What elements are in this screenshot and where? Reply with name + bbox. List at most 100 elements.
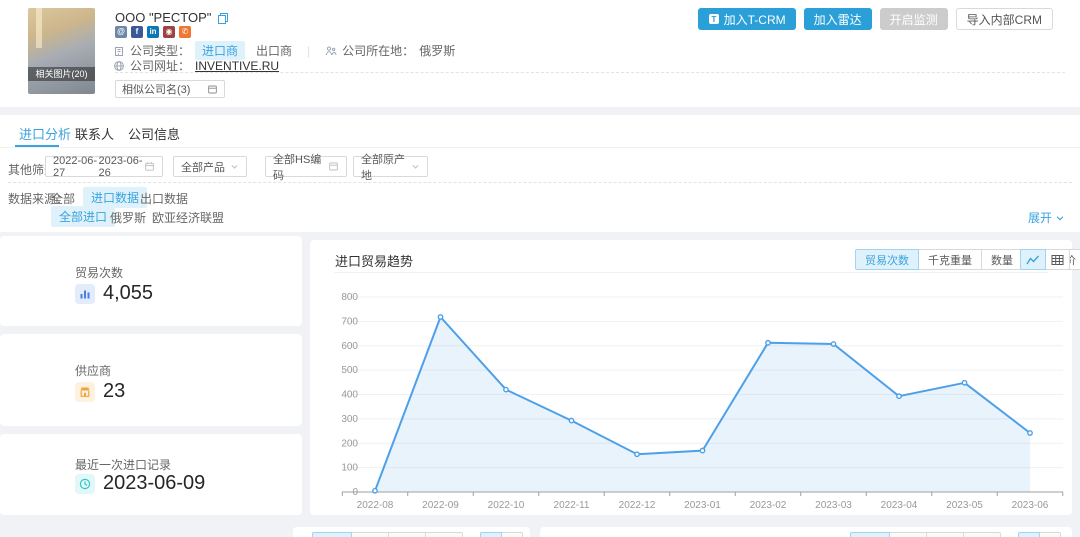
calendar-icon	[144, 161, 155, 172]
copy-icon[interactable]	[217, 12, 229, 24]
date-end: 2023-06-26	[99, 155, 145, 179]
stat-card-suppliers: 供应商 23	[0, 334, 302, 426]
view-toggle-group	[480, 532, 523, 537]
source-option-export[interactable]: 出口数据	[140, 190, 188, 207]
view-segment[interactable]	[501, 532, 523, 537]
view-segment[interactable]	[1018, 532, 1040, 537]
linkedin-icon[interactable]: in	[147, 26, 159, 38]
start-monitor-button[interactable]: 开启监测	[880, 8, 948, 30]
import-trend-panel: 进口贸易趋势 贸易次数 千克重量 数量 美元总价 010020030040050…	[310, 240, 1072, 515]
tab-company-info[interactable]: 公司信息	[128, 124, 180, 143]
building-icon	[113, 45, 125, 57]
svg-text:2023-03: 2023-03	[815, 500, 852, 510]
website-link[interactable]: INVENTIVE.RU	[195, 59, 279, 73]
chart-title: 进口贸易趋势	[335, 251, 413, 270]
import-crm-label: 导入内部CRM	[967, 11, 1042, 28]
metric-segment[interactable]	[388, 532, 426, 537]
stat-label: 贸易次数	[75, 264, 123, 281]
suboption-eaeu[interactable]: 欧亚经济联盟	[152, 209, 224, 226]
similar-companies-label: 相似公司名(3)	[122, 81, 190, 97]
svg-text:2022-09: 2022-09	[422, 500, 459, 510]
add-tcrm-button[interactable]: T 加入T-CRM	[698, 8, 796, 30]
company-name: OOO "PECTOP"	[115, 10, 211, 25]
photo-highlight	[36, 8, 42, 48]
svg-text:2023-05: 2023-05	[946, 500, 983, 510]
svg-text:200: 200	[341, 438, 358, 449]
svg-text:500: 500	[341, 365, 358, 376]
svg-text:2023-01: 2023-01	[684, 500, 721, 510]
svg-text:2023-04: 2023-04	[881, 500, 918, 510]
date-range-picker[interactable]: 2022-06-27 2023-06-26	[45, 156, 163, 177]
svg-text:400: 400	[341, 390, 358, 401]
chart-header-divider	[334, 272, 1048, 273]
phone-icon[interactable]: ✆	[179, 26, 191, 38]
window-icon	[328, 161, 339, 172]
social-links: @ f in ◉ ✆	[115, 26, 191, 38]
similar-companies-select[interactable]: 相似公司名(3)	[115, 80, 225, 98]
page: 相关图片(20) OOO "PECTOP" @ f in ◉ ✆ 公司类型： 进…	[0, 0, 1080, 537]
suboption-russia[interactable]: 俄罗斯	[110, 209, 146, 226]
add-tcrm-label: 加入T-CRM	[724, 11, 786, 28]
metric-segment[interactable]	[963, 532, 1001, 537]
bottom-left-panel	[293, 527, 530, 537]
svg-text:2022-10: 2022-10	[488, 500, 525, 510]
suboption-all-import[interactable]: 全部进口	[51, 206, 115, 227]
hs-code-value: 全部HS编码	[273, 151, 328, 183]
chevron-down-icon	[411, 162, 420, 171]
location-pin-icon	[325, 45, 337, 57]
trend-line-chart[interactable]: 01002003004005006007008002022-082022-092…	[318, 280, 1064, 510]
chevron-down-icon	[230, 162, 239, 171]
filters-dashed-divider	[8, 182, 1072, 183]
product-select-value: 全部产品	[181, 159, 225, 175]
source-option-all[interactable]: 全部	[51, 190, 75, 207]
view-segment[interactable]	[480, 532, 502, 537]
metric-segment[interactable]	[425, 532, 463, 537]
import-crm-button[interactable]: 导入内部CRM	[956, 8, 1053, 30]
stat-label: 供应商	[75, 362, 111, 379]
table-icon[interactable]	[1045, 249, 1070, 270]
metric-trade-count[interactable]: 贸易次数	[855, 249, 919, 270]
location-label: 公司所在地：	[342, 42, 414, 59]
svg-text:600: 600	[341, 341, 358, 352]
location-value: 俄罗斯	[419, 42, 455, 59]
metric-quantity[interactable]: 数量	[981, 249, 1023, 270]
at-icon[interactable]: @	[115, 26, 127, 38]
hs-code-select[interactable]: 全部HS编码	[265, 156, 347, 177]
expand-toggle[interactable]: 展开	[1028, 209, 1065, 226]
metric-segment[interactable]	[889, 532, 927, 537]
clock-icon	[75, 474, 95, 494]
metric-segment[interactable]	[926, 532, 964, 537]
tcrm-icon: T	[708, 13, 720, 25]
metric-toggle-group	[312, 532, 463, 537]
svg-text:800: 800	[341, 292, 358, 303]
company-header: 相关图片(20) OOO "PECTOP" @ f in ◉ ✆ 公司类型： 进…	[0, 0, 1080, 107]
line-chart-icon[interactable]	[1020, 249, 1046, 270]
origin-select-value: 全部原产地	[361, 151, 411, 183]
stat-value: 2023-06-09	[103, 472, 205, 495]
divider-pipe: |	[307, 44, 310, 58]
metric-segment[interactable]	[351, 532, 389, 537]
tab-contacts[interactable]: 联系人	[75, 124, 114, 143]
tabs-divider	[0, 147, 1080, 148]
company-photo[interactable]: 相关图片(20)	[28, 8, 95, 94]
svg-text:T: T	[711, 15, 716, 24]
metric-kg-weight[interactable]: 千克重量	[918, 249, 982, 270]
metric-segment[interactable]	[312, 532, 352, 537]
svg-text:300: 300	[341, 414, 358, 425]
globe-icon	[113, 60, 125, 72]
facebook-icon[interactable]: f	[131, 26, 143, 38]
svg-text:2022-12: 2022-12	[619, 500, 656, 510]
add-radar-button[interactable]: 加入雷达	[804, 8, 872, 30]
stat-card-last-import: 最近一次进口记录 2023-06-09	[0, 434, 302, 515]
stat-value: 23	[103, 380, 125, 403]
metric-segment[interactable]	[850, 532, 890, 537]
camera-icon[interactable]: ◉	[163, 26, 175, 38]
tab-import-analysis[interactable]: 进口分析	[19, 124, 71, 143]
company-name-row: OOO "PECTOP"	[115, 10, 229, 25]
origin-select[interactable]: 全部原产地	[353, 156, 428, 177]
view-segment[interactable]	[1039, 532, 1061, 537]
window-icon	[207, 84, 218, 95]
product-select[interactable]: 全部产品	[173, 156, 247, 177]
stat-label: 最近一次进口记录	[75, 456, 171, 473]
source-option-import[interactable]: 进口数据	[83, 187, 147, 208]
